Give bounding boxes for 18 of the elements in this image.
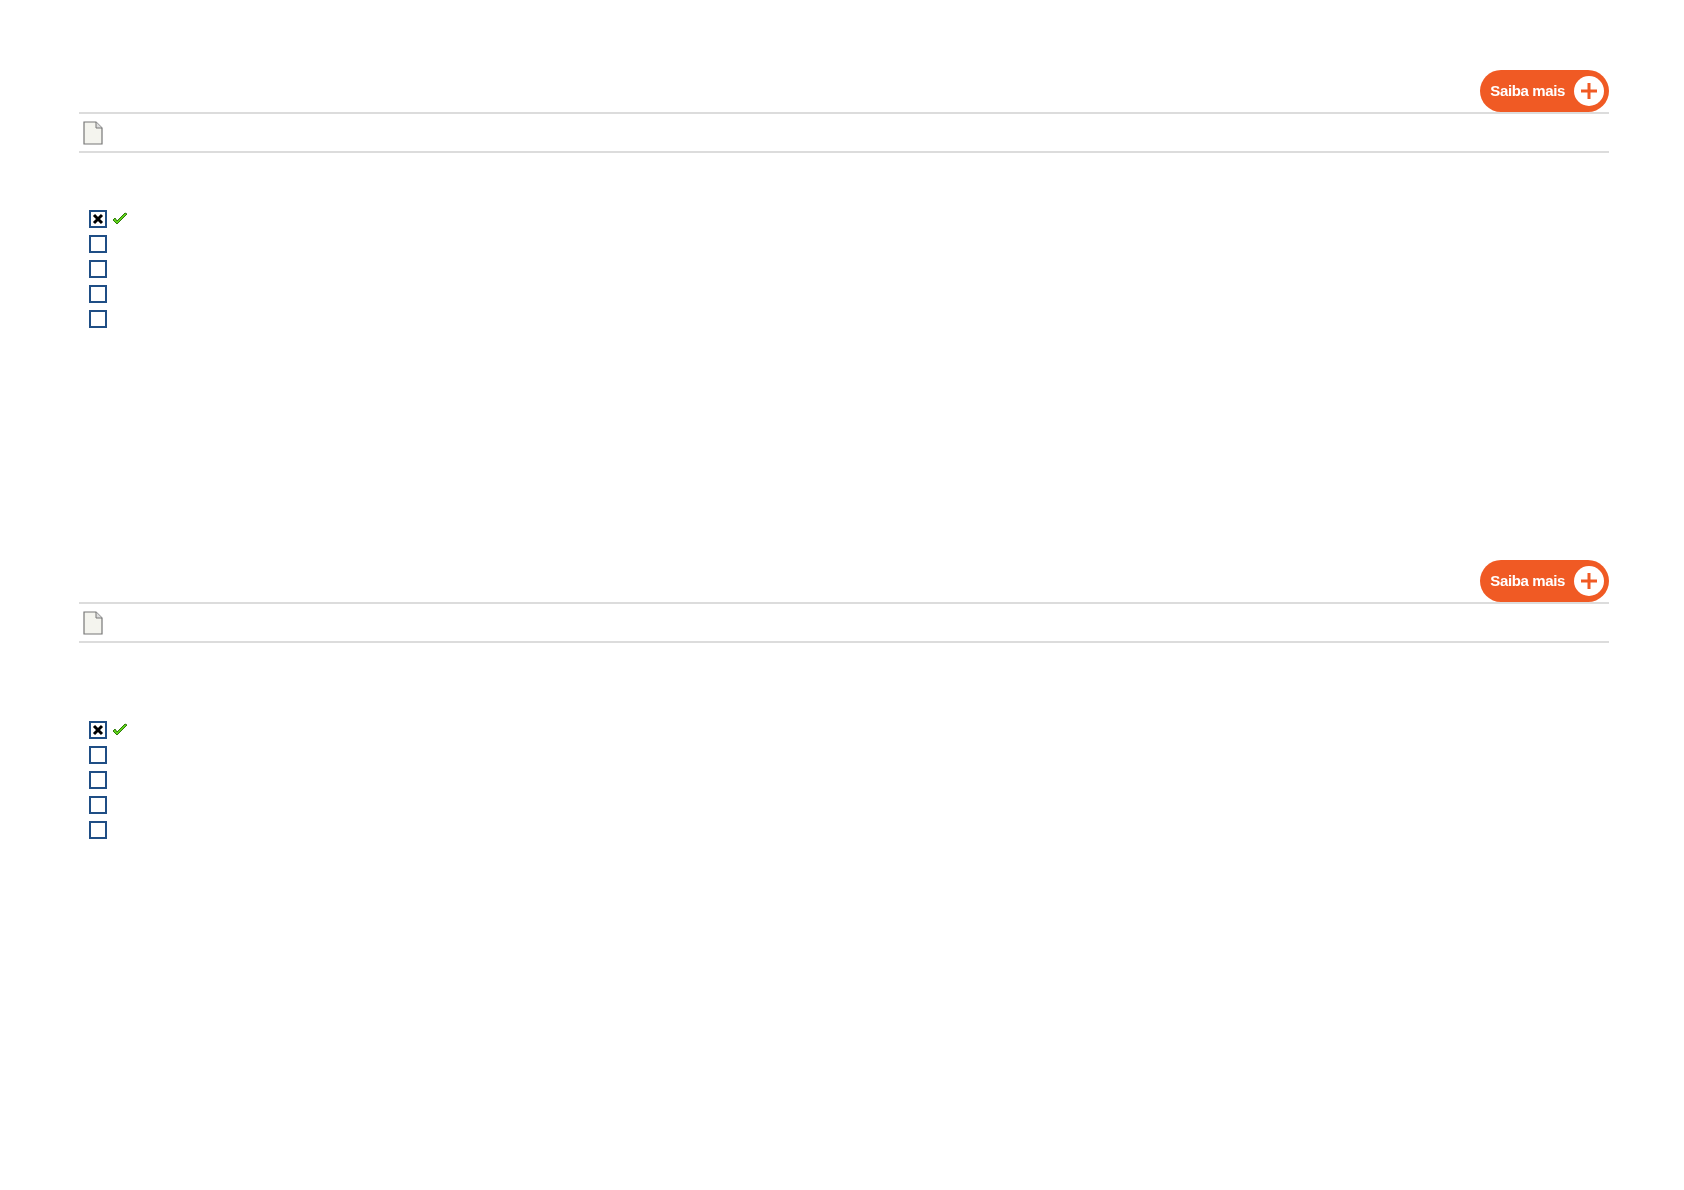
saiba-mais-button[interactable]: Saiba mais [1480,70,1609,112]
plus-icon [1573,565,1605,597]
document-icon [83,120,103,145]
checkbox[interactable] [89,721,107,739]
saiba-mais-button[interactable]: Saiba mais [1480,560,1609,602]
cross-icon [92,724,104,736]
checkbox[interactable] [89,771,107,789]
checkbox[interactable] [89,796,107,814]
cross-icon [92,213,104,225]
checkbox[interactable] [89,310,107,328]
checkbox[interactable] [89,285,107,303]
checkbox[interactable] [89,746,107,764]
plus-icon [1573,75,1605,107]
document-icon [83,610,103,635]
checkbox[interactable] [89,260,107,278]
checkbox[interactable] [89,235,107,253]
checkbox[interactable] [89,821,107,839]
checkbox[interactable] [89,210,107,228]
